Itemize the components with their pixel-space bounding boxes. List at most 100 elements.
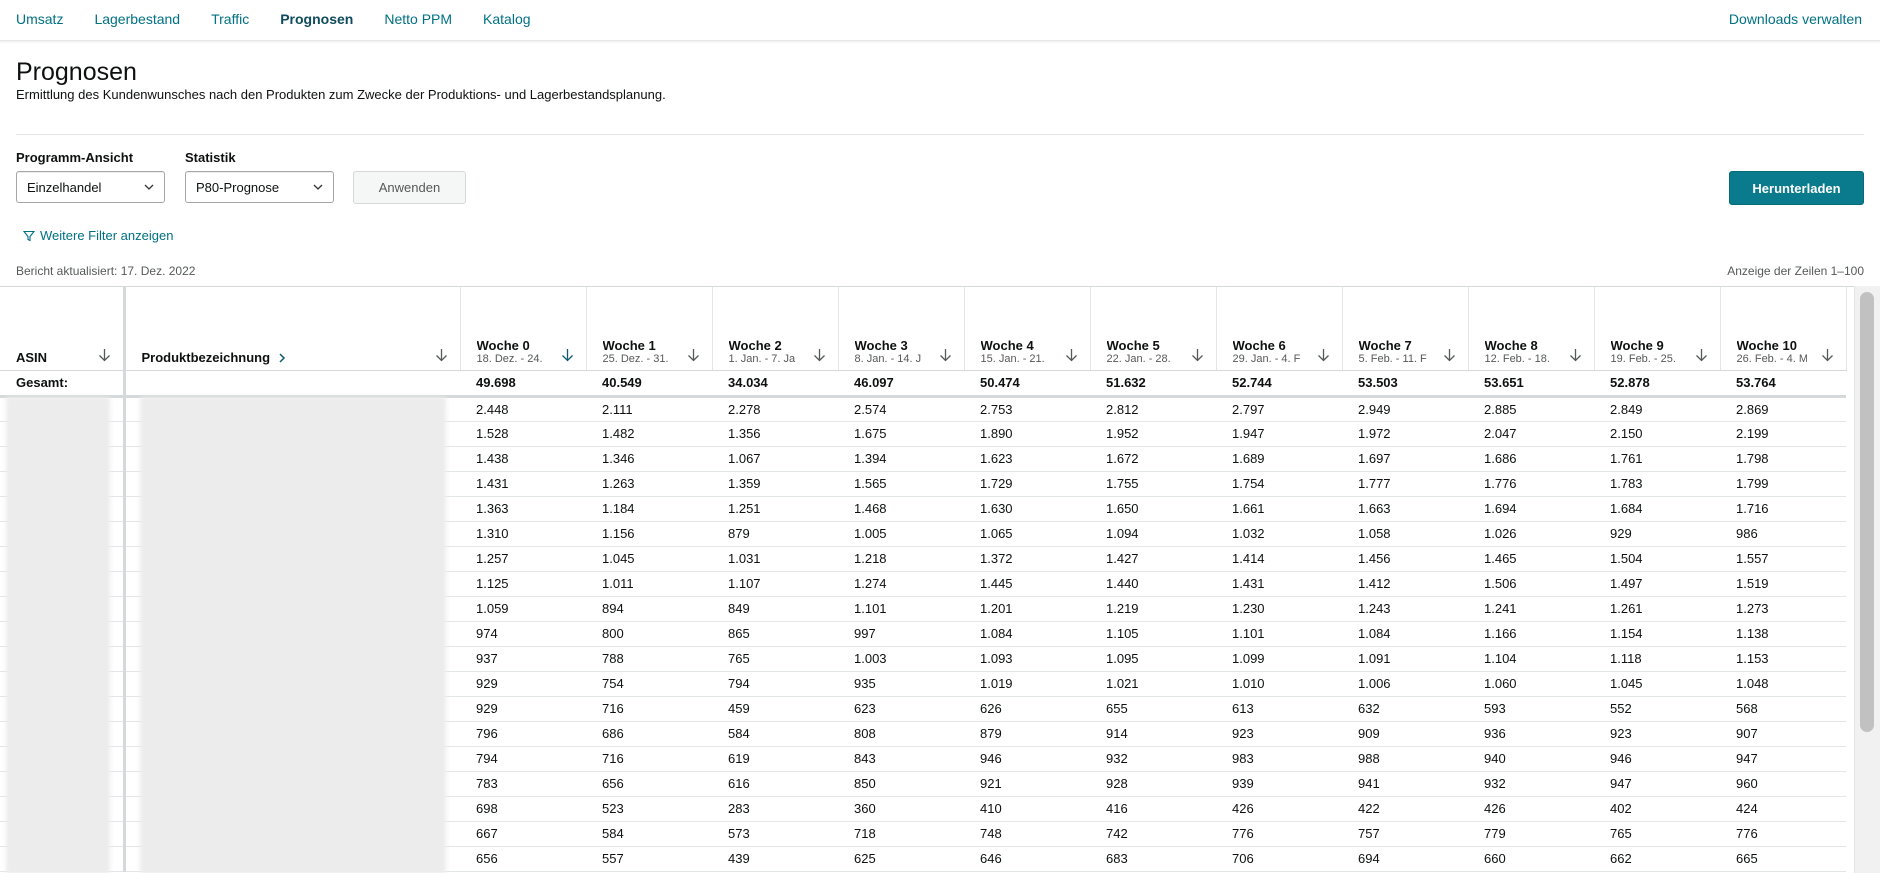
- redacted-asin-column: [6, 397, 110, 873]
- forecast-cell: 932: [1468, 771, 1594, 797]
- forecast-cell: 716: [586, 746, 712, 772]
- forecast-cell: 523: [586, 796, 712, 822]
- forecast-cell: 1.273: [1720, 596, 1846, 622]
- report-updated: Bericht aktualisiert: 17. Dez. 2022: [16, 264, 196, 278]
- column-header-week-10[interactable]: Woche 10 26. Feb. - 4. M: [1720, 287, 1847, 371]
- forecast-cell: 1.105: [1090, 621, 1216, 647]
- sort-arrow-icon[interactable]: [1821, 348, 1834, 362]
- page-description: Ermittlung des Kundenwunsches nach den P…: [16, 87, 666, 102]
- sort-arrow-icon[interactable]: [98, 348, 111, 362]
- sort-arrow-icon[interactable]: [1443, 348, 1456, 362]
- forecast-cell: 2.111: [586, 396, 712, 422]
- forecast-cell: 1.363: [460, 496, 586, 522]
- forecast-cell: 1.010: [1216, 671, 1342, 697]
- column-header-week-0[interactable]: Woche 0 18. Dez. - 24.: [460, 287, 587, 371]
- forecast-cell: 1.630: [964, 496, 1090, 522]
- sort-arrow-icon[interactable]: [1569, 348, 1582, 362]
- chevron-right-icon[interactable]: [278, 353, 286, 363]
- sort-arrow-icon[interactable]: [435, 348, 448, 362]
- total-cell: 53.503: [1342, 370, 1468, 398]
- sort-arrow-icon[interactable]: [687, 348, 700, 362]
- scrollbar-thumb[interactable]: [1860, 292, 1874, 732]
- forecast-cell: 623: [838, 696, 964, 722]
- forecast-cell: 946: [1594, 746, 1720, 772]
- forecast-cell: 1.394: [838, 446, 964, 472]
- forecast-cell: 765: [712, 646, 838, 672]
- statistic-select[interactable]: P80-Prognose: [185, 171, 334, 203]
- column-header-week-1[interactable]: Woche 1 25. Dez. - 31.: [586, 287, 713, 371]
- column-header-week-4[interactable]: Woche 4 15. Jan. - 21.: [964, 287, 1091, 371]
- column-header-product-name[interactable]: Produktbezeichnung: [124, 287, 461, 371]
- forecast-cell: 2.448: [460, 396, 586, 422]
- forecast-cell: 1.663: [1342, 496, 1468, 522]
- forecast-cell: 1.094: [1090, 521, 1216, 547]
- column-header-label-wrap: Produktbezeichnung: [142, 350, 460, 365]
- forecast-cell: 424: [1720, 796, 1846, 822]
- forecast-cell: 923: [1594, 721, 1720, 747]
- forecast-cell: 960: [1720, 771, 1846, 797]
- forecast-cell: 1.274: [838, 571, 964, 597]
- column-header-week-5[interactable]: Woche 5 22. Jan. - 28.: [1090, 287, 1217, 371]
- sort-arrow-icon[interactable]: [1317, 348, 1330, 362]
- week-range: 18. Dez. - 24.: [476, 352, 543, 365]
- forecast-cell: 776: [1720, 821, 1846, 847]
- downloads-link[interactable]: Downloads verwalten: [1729, 11, 1862, 27]
- tab-umsatz[interactable]: Umsatz: [16, 11, 63, 27]
- more-filters-link[interactable]: Weitere Filter anzeigen: [23, 228, 173, 243]
- program-view-select[interactable]: Einzelhandel: [16, 171, 165, 203]
- apply-button[interactable]: Anwenden: [353, 171, 466, 204]
- top-navigation: Umsatz Lagerbestand Traffic Prognosen Netto …: [0, 0, 1880, 41]
- forecast-cell: 459: [712, 696, 838, 722]
- column-header-asin[interactable]: ASIN: [0, 287, 126, 371]
- sort-arrow-icon[interactable]: [813, 348, 826, 362]
- forecast-cell: 937: [460, 646, 586, 672]
- forecast-cell: 1.257: [460, 546, 586, 572]
- column-header-week-6[interactable]: Woche 6 29. Jan. - 4. F: [1216, 287, 1343, 371]
- forecast-cell: 923: [1216, 721, 1342, 747]
- sort-arrow-icon[interactable]: [1065, 348, 1078, 362]
- forecast-cell: 939: [1216, 771, 1342, 797]
- column-header-week-9[interactable]: Woche 9 19. Feb. - 25.: [1594, 287, 1721, 371]
- forecast-cell: 2.849: [1594, 396, 1720, 422]
- forecast-cell: 686: [586, 721, 712, 747]
- sort-arrow-icon[interactable]: [561, 348, 574, 362]
- forecast-cell: 909: [1342, 721, 1468, 747]
- forecast-cell: 1.045: [1594, 671, 1720, 697]
- forecast-cell: 742: [1090, 821, 1216, 847]
- forecast-cell: 779: [1468, 821, 1594, 847]
- page-title: Prognosen: [16, 58, 137, 86]
- column-header-week-2[interactable]: Woche 2 1. Jan. - 7. Ja: [712, 287, 839, 371]
- forecast-cell: 850: [838, 771, 964, 797]
- tab-traffic[interactable]: Traffic: [211, 11, 249, 27]
- sort-arrow-icon[interactable]: [1191, 348, 1204, 362]
- forecast-cell: 1.101: [838, 596, 964, 622]
- forecast-cell: 1.356: [712, 421, 838, 447]
- column-header-week-7[interactable]: Woche 7 5. Feb. - 11. F: [1342, 287, 1469, 371]
- forecast-cell: 1.465: [1468, 546, 1594, 572]
- tab-prognosen[interactable]: Prognosen: [280, 11, 353, 27]
- column-header-week-8[interactable]: Woche 8 12. Feb. - 18.: [1468, 287, 1595, 371]
- sort-arrow-icon[interactable]: [939, 348, 952, 362]
- forecast-cell: 426: [1216, 796, 1342, 822]
- download-button[interactable]: Herunterladen: [1729, 171, 1864, 205]
- forecast-cell: 894: [586, 596, 712, 622]
- statistic-label: Statistik: [185, 150, 236, 165]
- column-header-week-3[interactable]: Woche 3 8. Jan. - 14. J: [838, 287, 965, 371]
- week-range: 12. Feb. - 18.: [1484, 352, 1550, 365]
- forecast-cell: 1.184: [586, 496, 712, 522]
- forecast-cell: 1.445: [964, 571, 1090, 597]
- sort-arrow-icon[interactable]: [1695, 348, 1708, 362]
- tab-katalog[interactable]: Katalog: [483, 11, 530, 27]
- forecast-cell: 584: [586, 821, 712, 847]
- header-divider: [16, 134, 1864, 135]
- table-scrollbar[interactable]: [1854, 286, 1880, 873]
- forecast-cell: 1.686: [1468, 446, 1594, 472]
- tab-lagerbestand[interactable]: Lagerbestand: [94, 11, 180, 27]
- forecast-cell: 1.557: [1720, 546, 1846, 572]
- forecast-cell: 1.783: [1594, 471, 1720, 497]
- program-view-label: Programm-Ansicht: [16, 150, 134, 165]
- forecast-cell: 1.118: [1594, 646, 1720, 672]
- tab-netto-ppm[interactable]: Netto PPM: [384, 11, 452, 27]
- forecast-cell: 568: [1720, 696, 1846, 722]
- forecast-cell: 706: [1216, 846, 1342, 872]
